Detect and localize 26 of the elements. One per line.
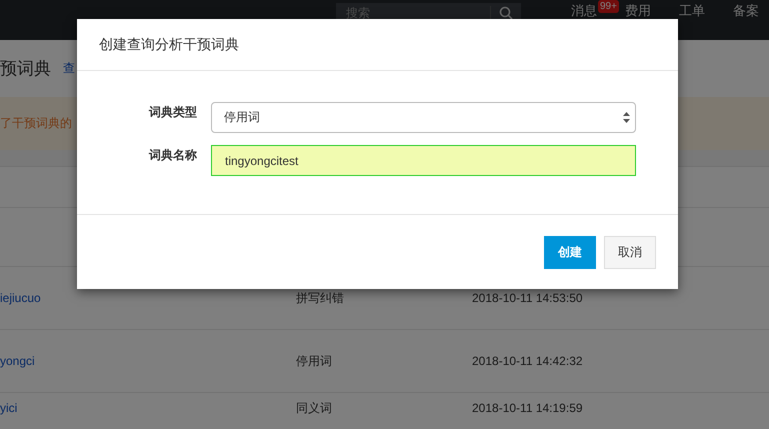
table-cell: 2018-10-11 14:42:32 xyxy=(472,354,583,368)
table-cell: 2018-10-11 14:53:50 xyxy=(472,291,583,305)
notification-badge: 99+ xyxy=(598,0,619,13)
sort-arrows-icon xyxy=(623,112,630,123)
dictionary-type-select[interactable]: 停用词 xyxy=(211,102,636,133)
dictionary-name-link[interactable]: yongci xyxy=(0,354,296,368)
nav-link[interactable]: 备案 xyxy=(733,3,759,18)
notice-text: 了干预词典的 xyxy=(0,115,72,132)
nav-link[interactable]: 工单 xyxy=(679,3,705,18)
dictionary-name-link[interactable]: yici xyxy=(0,401,296,415)
dictionary-name-link[interactable]: iejiucuo xyxy=(0,291,296,305)
table-cell-text: 停用词 xyxy=(296,352,333,370)
field-label: 词典类型 xyxy=(148,104,198,121)
search-icon[interactable] xyxy=(499,6,513,20)
nav-link[interactable]: 消息 xyxy=(571,3,597,18)
table-cell-text: 同义词 xyxy=(296,400,333,416)
table-cell-text: 拼写纠错 xyxy=(296,290,345,306)
field-label: 词典名称 xyxy=(148,147,198,164)
nav-link[interactable]: 费用 xyxy=(625,3,651,18)
create-button[interactable]: 创建 xyxy=(544,236,596,268)
dialog-title: 创建查询分析干预词典 xyxy=(99,36,239,54)
table-cell: 2018-10-11 14:19:59 xyxy=(472,401,583,415)
page-title: 预词典 xyxy=(0,58,51,80)
cancel-button[interactable]: 取消 xyxy=(604,236,656,268)
view-link[interactable]: 查 xyxy=(63,60,75,77)
dictionary-name-input[interactable]: tingyongcitest xyxy=(211,145,636,176)
